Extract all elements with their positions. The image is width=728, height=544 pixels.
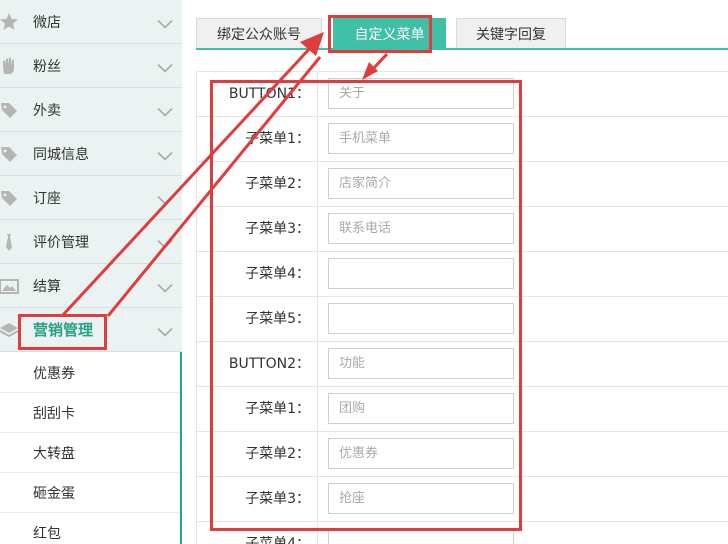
sidebar-item-label: 外卖	[33, 102, 61, 119]
tag-icon	[0, 143, 20, 165]
button2-submenu2-input[interactable]	[328, 438, 514, 469]
sidebar-subitem-wheel[interactable]: 大转盘	[0, 433, 180, 473]
form-row: 子菜单2：	[197, 432, 728, 477]
sidebar-item-label: 同城信息	[33, 146, 89, 163]
field-label: 子菜单4：	[245, 536, 310, 544]
field-label: 子菜单4：	[245, 266, 310, 282]
field-label: 子菜单3：	[245, 491, 310, 507]
form-row: BUTTON1：	[197, 72, 728, 117]
button1-submenu4-input[interactable]	[328, 258, 514, 289]
sidebar-subitem-red-packet[interactable]: 红包	[0, 513, 180, 544]
form-row: 子菜单1：	[197, 117, 728, 162]
tag-icon	[0, 99, 20, 121]
menu-form: BUTTON1： 子菜单1： 子菜单2： 子菜单3： 子菜单4： 子菜单5： B…	[196, 71, 728, 544]
layers-icon	[0, 319, 20, 341]
sidebar-subitem-scratch-card[interactable]: 刮刮卡	[0, 393, 180, 433]
tab-bar: 绑定公众账号 自定义菜单 关键字回复	[196, 18, 728, 50]
sidebar-item-fans[interactable]: 粉丝	[0, 44, 182, 88]
form-row: 子菜单3：	[197, 207, 728, 252]
chevron-down-icon	[157, 281, 173, 293]
button2-submenu3-input[interactable]	[328, 483, 514, 514]
chevron-down-icon	[157, 61, 173, 73]
chevron-down-icon	[157, 149, 173, 161]
star-icon	[0, 11, 20, 33]
sidebar-item-reservation[interactable]: 订座	[0, 176, 182, 220]
form-row: 子菜单3：	[197, 477, 728, 522]
sidebar-item-reviews[interactable]: 评价管理	[0, 220, 182, 264]
chevron-down-icon	[157, 193, 173, 205]
sidebar-subitem-label: 红包	[33, 525, 61, 542]
chevron-down-icon	[157, 325, 173, 337]
sidebar-item-label: 订座	[33, 190, 61, 207]
field-label: 子菜单2：	[245, 446, 310, 462]
tie-icon	[0, 231, 20, 253]
sidebar-item-label: 粉丝	[33, 58, 61, 75]
sidebar-subitem-label: 优惠券	[33, 365, 75, 382]
field-label: 子菜单5：	[245, 311, 310, 327]
field-label: 子菜单2：	[245, 176, 310, 192]
sidebar-subitem-coupons[interactable]: 优惠券	[0, 353, 180, 393]
sidebar-item-weidian[interactable]: 微店	[0, 0, 182, 44]
hand-icon	[0, 55, 20, 77]
form-row: 子菜单5：	[197, 297, 728, 342]
tag-icon	[0, 187, 20, 209]
button1-submenu5-input[interactable]	[328, 303, 514, 334]
field-label: 子菜单1：	[245, 131, 310, 147]
button2-submenu1-input[interactable]	[328, 393, 514, 424]
field-label: 子菜单3：	[245, 221, 310, 237]
tab-custom-menu[interactable]: 自定义菜单	[333, 18, 446, 48]
sidebar-subitem-golden-egg[interactable]: 砸金蛋	[0, 473, 180, 513]
sidebar-item-label: 评价管理	[33, 234, 89, 251]
tab-underline	[196, 48, 728, 50]
sidebar-subitem-label: 大转盘	[33, 445, 75, 462]
button2-submenu4-input[interactable]	[328, 528, 514, 544]
sidebar-item-label: 微店	[33, 14, 61, 31]
sidebar-item-takeout[interactable]: 外卖	[0, 88, 182, 132]
chevron-down-icon	[157, 105, 173, 117]
tab-keyword-reply[interactable]: 关键字回复	[456, 18, 566, 48]
chevron-down-icon	[157, 17, 173, 29]
field-label: 子菜单1：	[245, 401, 310, 417]
sidebar: 微店 粉丝 外卖 同城信息 订座 评价管理 结算 营销管理 优惠券 刮刮卡 大转…	[0, 0, 182, 544]
chevron-down-icon	[157, 237, 173, 249]
field-label: BUTTON1：	[228, 86, 310, 102]
button1-submenu3-input[interactable]	[328, 213, 514, 244]
form-row: 子菜单2：	[197, 162, 728, 207]
button1-submenu2-input[interactable]	[328, 168, 514, 199]
tab-bind-account[interactable]: 绑定公众账号	[196, 18, 322, 48]
sidebar-item-label: 营销管理	[33, 321, 94, 339]
sidebar-item-marketing[interactable]: 营销管理	[0, 308, 182, 352]
sidebar-item-settlement[interactable]: 结算	[0, 264, 182, 308]
form-row: 子菜单4：	[197, 522, 728, 544]
button2-input[interactable]	[328, 348, 514, 379]
form-row: BUTTON2：	[197, 342, 728, 387]
button1-input[interactable]	[328, 78, 514, 109]
arrow-line-tab-to-form	[370, 52, 389, 72]
form-row: 子菜单1：	[197, 387, 728, 432]
sidebar-subitem-label: 砸金蛋	[33, 485, 75, 502]
sidebar-subitem-label: 刮刮卡	[33, 405, 75, 422]
sidebar-item-local-info[interactable]: 同城信息	[0, 132, 182, 176]
image-icon	[0, 275, 20, 297]
form-row: 子菜单4：	[197, 252, 728, 297]
sidebar-item-label: 结算	[33, 278, 61, 295]
field-label: BUTTON2：	[228, 356, 310, 372]
button1-submenu1-input[interactable]	[328, 123, 514, 154]
